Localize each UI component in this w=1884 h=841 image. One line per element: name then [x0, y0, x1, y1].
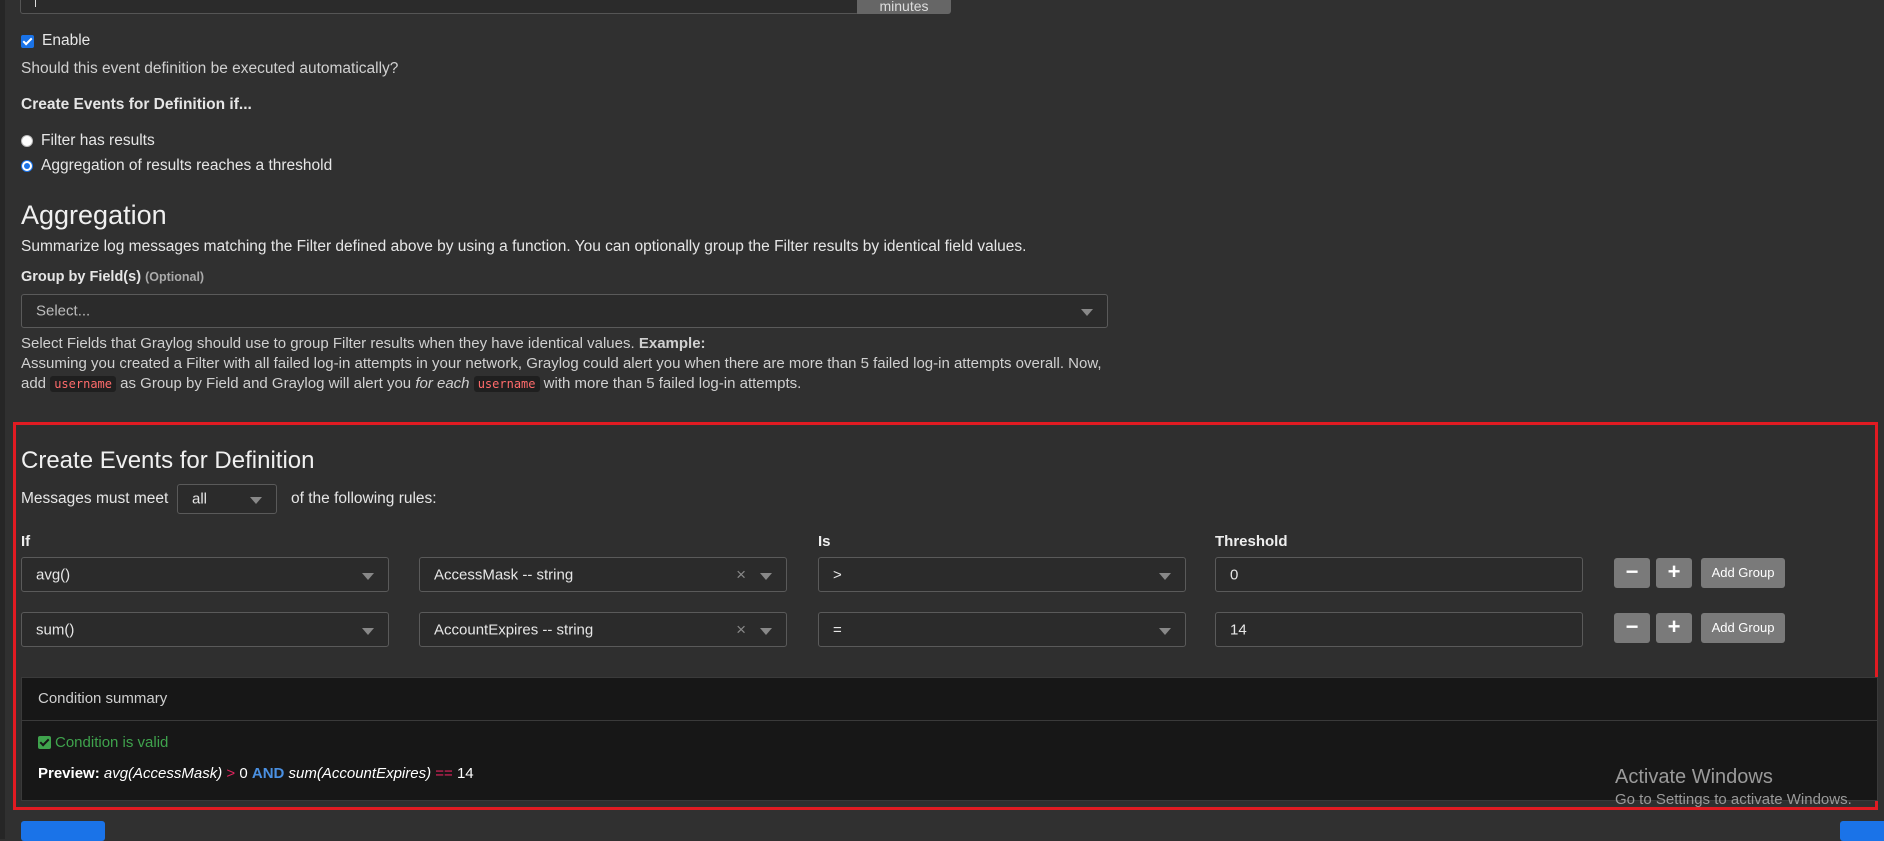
chevron-down-icon	[362, 572, 374, 580]
left-scroll-edge	[0, 0, 5, 839]
condition-summary-panel: Condition summary Condition is valid Pre…	[21, 677, 1878, 801]
code-username-2: username	[473, 376, 540, 392]
optional-label: (Optional)	[145, 270, 205, 284]
clear-icon[interactable]: ×	[736, 620, 746, 640]
rule-2-add-group-button[interactable]: Add Group	[1701, 613, 1785, 643]
preview-value-2: 14	[456, 765, 474, 782]
must-meet-prefix: Messages must meet	[21, 490, 169, 507]
search-within-input[interactable]	[20, 0, 859, 14]
chevron-down-icon	[760, 627, 772, 635]
match-type-select[interactable]: all	[177, 484, 277, 514]
help-line-2: Assuming you created a Filter with all f…	[21, 355, 1102, 372]
radio-button[interactable]	[21, 135, 33, 147]
chevron-down-icon	[250, 497, 262, 504]
definition-title: Create Events for Definition	[21, 447, 315, 474]
help-line-1: Select Fields that Graylog should use to…	[21, 334, 1141, 354]
rule-1-field-select[interactable]: AccessMask -- string ×	[419, 557, 787, 592]
rule-1-remove-button[interactable]: −	[1614, 558, 1650, 588]
group-by-label: Group by Field(s)	[21, 269, 142, 285]
rule-2-add-button[interactable]: +	[1656, 613, 1692, 643]
group-by-label-row: Group by Field(s) (Optional)	[21, 269, 204, 285]
enable-label: Enable	[42, 32, 91, 49]
help-line1-text: Select Fields that Graylog should use to…	[21, 335, 635, 352]
rule-field: AccountExpires -- string	[434, 621, 594, 638]
enable-help-text: Should this event definition be executed…	[21, 60, 399, 77]
help-mid: as Group by Field and Graylog will alert…	[120, 375, 412, 392]
match-type-value: all	[192, 490, 208, 508]
group-by-select[interactable]: Select...	[21, 294, 1108, 328]
rule-2-operator-select[interactable]: =	[818, 612, 1186, 647]
preview-right: sum(AccountExpires)	[288, 765, 432, 782]
rule-1-add-button[interactable]: +	[1656, 558, 1692, 588]
watermark-line-1: Activate Windows	[1615, 766, 1773, 788]
help-example-label: Example:	[638, 335, 706, 352]
watermark-line-2: Go to Settings to activate Windows.	[1615, 791, 1852, 808]
preview-and: AND	[251, 765, 285, 782]
check-square-icon	[38, 736, 51, 749]
condition-valid-status: Condition is valid	[38, 734, 168, 751]
enable-checkbox-row[interactable]: Enable	[21, 30, 90, 52]
preview-operator-1: >	[226, 765, 236, 782]
chevron-down-icon	[1159, 572, 1171, 580]
preview-value-1: 0	[239, 765, 248, 782]
rule-threshold: 0	[1230, 566, 1239, 583]
chevron-down-icon	[1081, 309, 1093, 316]
condition-summary-header: Condition summary	[22, 678, 1877, 721]
radio-aggregation-threshold[interactable]: Aggregation of results reaches a thresho…	[21, 157, 332, 175]
aggregation-description: Summarize log messages matching the Filt…	[21, 238, 1027, 255]
rule-threshold: 14	[1230, 621, 1247, 638]
time-unit-label: minutes	[879, 0, 929, 14]
code-username: username	[50, 376, 116, 392]
rule-operator: >	[833, 566, 842, 583]
help-line-3: add username as Group by Field and Grayl…	[21, 374, 1141, 394]
radio-filter-has-results[interactable]: Filter has results	[21, 132, 155, 150]
radio-button[interactable]	[21, 160, 33, 172]
radio-label: Aggregation of results reaches a thresho…	[41, 157, 333, 174]
rule-2-threshold-input[interactable]: 14	[1215, 612, 1583, 647]
time-unit-dropdown-button[interactable]: minutes	[857, 0, 951, 14]
header-is: Is	[818, 533, 831, 550]
rule-1-threshold-input[interactable]: 0	[1215, 557, 1583, 592]
rule-function: avg()	[36, 566, 71, 583]
enable-checkbox[interactable]	[21, 34, 34, 48]
rule-1-function-select[interactable]: avg()	[21, 557, 389, 592]
bottom-right-button[interactable]	[1840, 821, 1884, 841]
must-meet-suffix: of the following rules:	[291, 490, 437, 507]
chevron-down-icon	[1159, 627, 1171, 635]
bottom-primary-button[interactable]	[21, 821, 105, 841]
rule-2-field-select[interactable]: AccountExpires -- string ×	[419, 612, 787, 647]
rule-1-add-group-button[interactable]: Add Group	[1701, 558, 1785, 588]
condition-preview: Preview: avg(AccessMask) > 0 AND sum(Acc…	[38, 765, 474, 782]
rule-field: AccessMask -- string	[434, 566, 574, 583]
activate-windows-watermark: Activate Windows Go to Settings to activ…	[1615, 766, 1852, 808]
header-if: If	[21, 533, 31, 550]
preview-label: Preview:	[38, 765, 100, 782]
preview-left: avg(AccessMask)	[103, 765, 223, 782]
condition-summary-title: Condition summary	[38, 690, 168, 707]
clear-icon[interactable]: ×	[736, 565, 746, 585]
preview-operator-2: ==	[435, 765, 453, 782]
chevron-down-icon	[760, 572, 772, 580]
help-add: add	[21, 375, 47, 392]
help-end: with more than 5 failed log-in attempts.	[543, 375, 802, 392]
create-events-if-heading: Create Events for Definition if...	[21, 96, 252, 113]
radio-label: Filter has results	[41, 132, 155, 149]
group-by-help: Select Fields that Graylog should use to…	[21, 334, 1141, 394]
rule-operator: =	[833, 621, 842, 638]
help-for-each: for each	[415, 375, 470, 392]
text-caret	[35, 0, 36, 7]
chevron-down-icon	[362, 627, 374, 635]
aggregation-title: Aggregation	[21, 200, 167, 230]
rule-1-operator-select[interactable]: >	[818, 557, 1186, 592]
condition-valid-text: Condition is valid	[55, 734, 169, 751]
header-threshold: Threshold	[1215, 533, 1288, 550]
rule-function: sum()	[36, 621, 75, 638]
rule-2-remove-button[interactable]: −	[1614, 613, 1650, 643]
group-by-placeholder: Select...	[36, 302, 91, 320]
rule-2-function-select[interactable]: sum()	[21, 612, 389, 647]
